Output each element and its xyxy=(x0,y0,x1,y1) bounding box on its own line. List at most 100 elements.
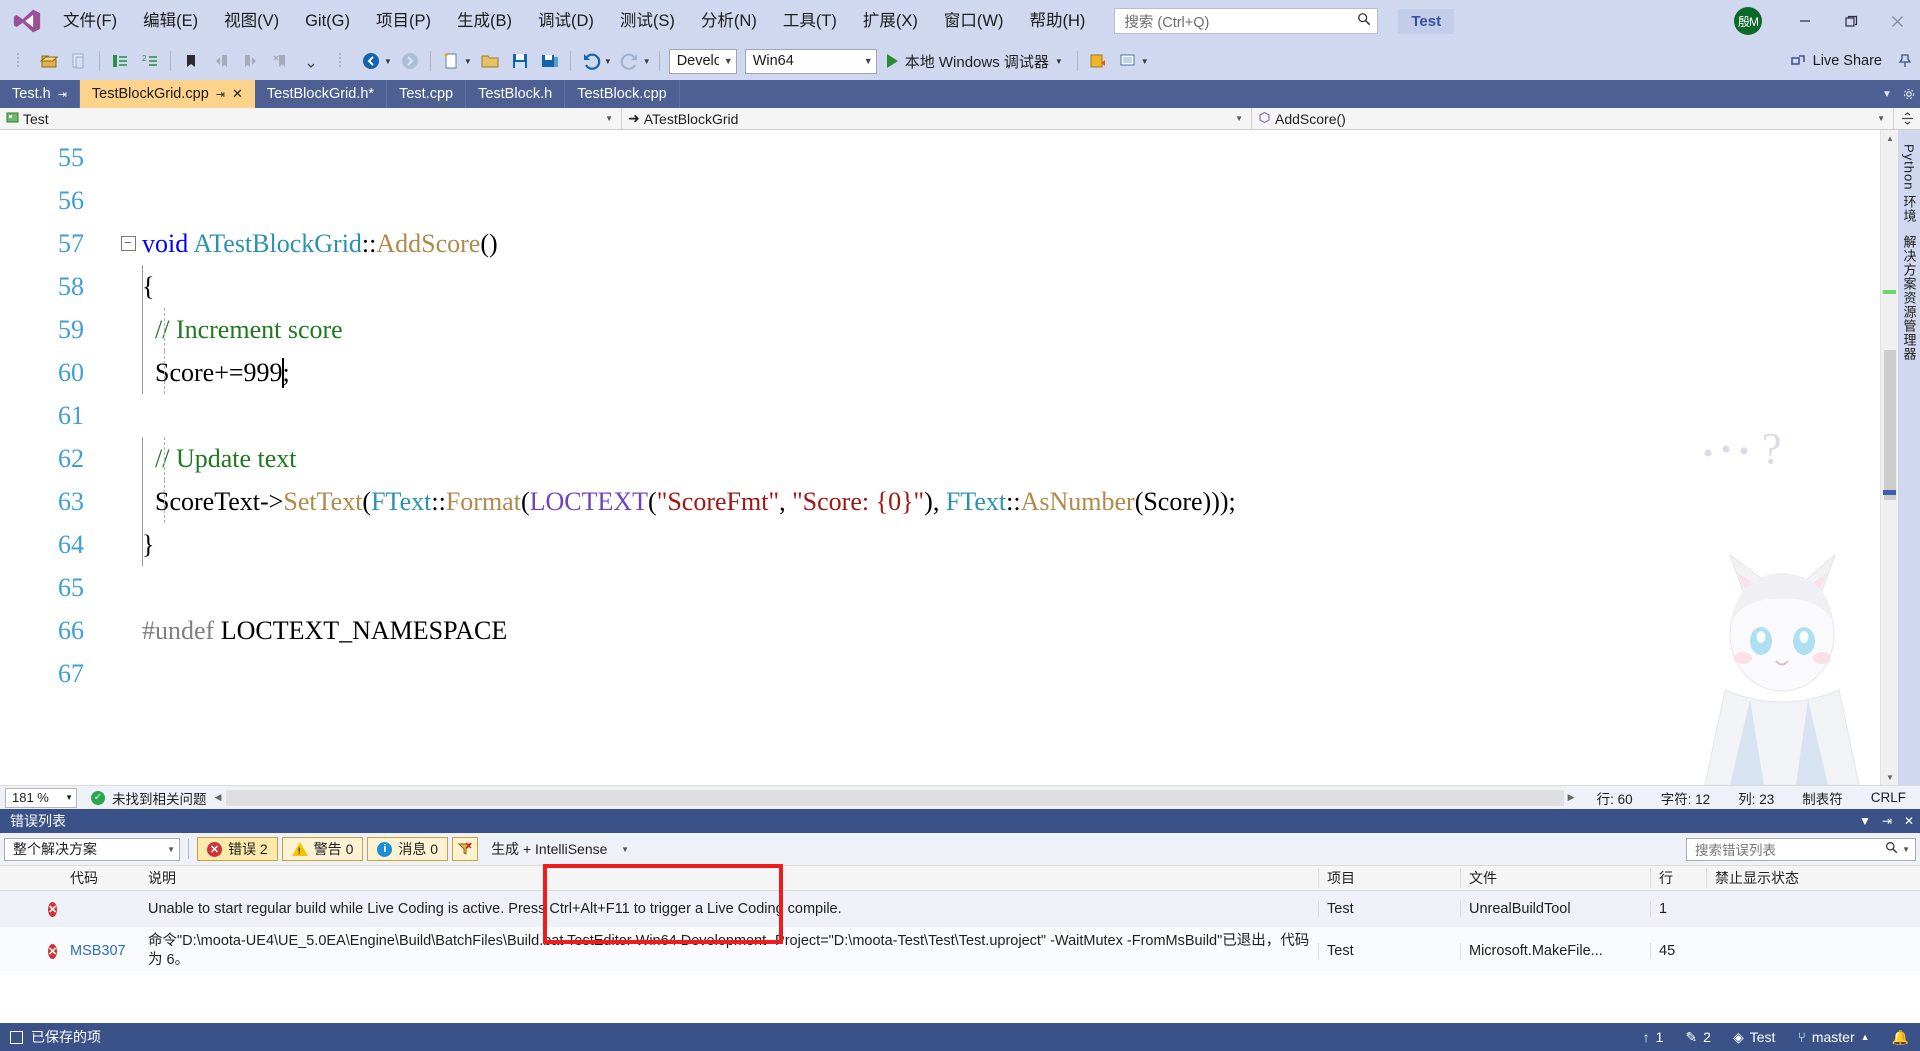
git-branch[interactable]: ⑂ master ▲ xyxy=(1786,1029,1880,1045)
live-share-button[interactable]: Live Share xyxy=(1790,53,1882,69)
scroll-up-arrow-icon[interactable]: ▲ xyxy=(1881,130,1899,146)
save-all-icon[interactable]: 2 xyxy=(136,48,164,74)
start-debug-dropdown-icon[interactable]: ▼ xyxy=(1055,57,1063,66)
redo-dropdown-icon[interactable]: ▼ xyxy=(643,57,651,66)
col-project-header[interactable]: 项目 xyxy=(1318,868,1460,888)
new-project-icon[interactable] xyxy=(35,48,63,74)
menu-test[interactable]: 测试(S) xyxy=(607,7,688,35)
nav-project-dropdown[interactable]: Test ▼ xyxy=(0,108,622,129)
code-line[interactable]: 56 xyxy=(0,179,1880,222)
clear-bookmarks-icon[interactable] xyxy=(267,48,295,74)
menu-extensions[interactable]: 扩展(X) xyxy=(850,7,931,35)
tab-testblock-cpp[interactable]: TestBlock.cpp xyxy=(565,80,680,108)
col-file-header[interactable]: 文件 xyxy=(1460,868,1650,888)
fold-margin[interactable]: − xyxy=(114,236,142,251)
hot-reload-icon[interactable] xyxy=(1084,48,1112,74)
pin-icon-active[interactable]: ⇥ xyxy=(216,88,225,101)
menu-build[interactable]: 生成(B) xyxy=(444,7,525,35)
git-pending-changes[interactable]: ✎ 2 xyxy=(1674,1029,1722,1046)
undo-dropdown-icon[interactable]: ▼ xyxy=(604,57,612,66)
restore-button[interactable] xyxy=(1828,4,1874,38)
menu-tools[interactable]: 工具(T) xyxy=(770,7,850,35)
zoom-level-combo[interactable]: 181 % ▼ xyxy=(5,787,77,808)
code-line[interactable]: 59 // Increment score xyxy=(0,308,1880,351)
col-line-header[interactable]: 行 xyxy=(1650,868,1706,888)
code-editor[interactable]: 55 56 57 − void ATestBlockGrid::AddScore() 58… xyxy=(0,130,1880,785)
error-list-dropdown-icon[interactable]: ▼ xyxy=(1854,814,1876,828)
menu-git[interactable]: Git(G) xyxy=(292,7,363,35)
error-list-pin-icon[interactable]: ⇥ xyxy=(1876,814,1898,828)
col-description-header[interactable]: 说明 xyxy=(140,868,1318,888)
search-options-dropdown-icon[interactable]: ▼ xyxy=(1898,845,1910,854)
code-line[interactable]: 63 ScoreText->SetText(FText::Format(LOCT… xyxy=(0,480,1880,523)
global-search-input[interactable]: 搜索 (Ctrl+Q) xyxy=(1114,8,1379,34)
tab-test-cpp[interactable]: Test.cpp xyxy=(387,80,467,108)
hscroll-trough[interactable] xyxy=(225,789,1564,806)
tab-list-dropdown-icon[interactable]: ▼ xyxy=(1876,80,1898,108)
navigate-backward-dropdown-icon[interactable]: ▼ xyxy=(384,57,392,66)
dock-tab-python-env[interactable]: Python 环境 xyxy=(1900,138,1919,229)
tab-testblockgrid-cpp[interactable]: TestBlockGrid.cpp ⇥ ✕ xyxy=(79,80,255,108)
editor-scrollbar-thumb[interactable] xyxy=(1884,350,1896,500)
code-line[interactable]: 60 Score+=999; xyxy=(0,351,1880,394)
code-line[interactable]: 65 xyxy=(0,566,1880,609)
navigate-forward-icon[interactable] xyxy=(396,48,424,74)
pin-toolbar-icon[interactable] xyxy=(1891,48,1919,74)
code-line[interactable]: 57 − void ATestBlockGrid::AddScore() xyxy=(0,222,1880,265)
code-line[interactable]: 58 { xyxy=(0,265,1880,308)
tab-test-h[interactable]: Test.h ⇥ xyxy=(0,80,80,108)
menu-file[interactable]: 文件(F) xyxy=(50,7,130,35)
error-list-close-icon[interactable]: ✕ xyxy=(1898,814,1920,828)
code-line[interactable]: 55 xyxy=(0,136,1880,179)
code-line[interactable]: 67 xyxy=(0,652,1880,695)
messages-filter-button[interactable]: i 消息 0 xyxy=(367,837,449,861)
code-line[interactable]: 61 xyxy=(0,394,1880,437)
line-ending-label[interactable]: CRLF xyxy=(1857,790,1920,805)
error-scope-combo[interactable]: 整个解决方案 ▼ xyxy=(4,837,180,861)
save-all-files-icon[interactable] xyxy=(536,48,564,74)
table-row[interactable]: ✕ Unable to start regular build while Li… xyxy=(0,891,1920,927)
menu-edit[interactable]: 编辑(E) xyxy=(130,7,211,35)
save-icon[interactable] xyxy=(106,48,134,74)
hscroll-right-arrow-icon[interactable]: ▶ xyxy=(1564,792,1579,803)
solution-platform-combo[interactable]: Win64 ▼ xyxy=(744,48,877,74)
code-line[interactable]: 66 #undef LOCTEXT_NAMESPACE xyxy=(0,609,1880,652)
pin-icon[interactable]: ⇥ xyxy=(58,88,67,101)
nav-class-dropdown[interactable]: ➜ ATestBlockGrid ▼ xyxy=(622,108,1252,129)
navigate-backward-icon[interactable] xyxy=(357,48,385,74)
menu-help[interactable]: 帮助(H) xyxy=(1016,7,1098,35)
toolbar-overflow-handle-icon[interactable] xyxy=(5,48,33,74)
col-suppression-header[interactable]: 禁止显示状态 xyxy=(1706,868,1874,888)
collapse-region-icon[interactable]: − xyxy=(120,236,136,251)
search-icon-errorlist[interactable] xyxy=(1885,841,1898,857)
undo-icon[interactable] xyxy=(577,48,605,74)
warnings-filter-button[interactable]: 警告 0 xyxy=(281,837,364,861)
tab-testblockgrid-h[interactable]: TestBlockGrid.h* xyxy=(255,80,388,108)
table-row[interactable]: ✕ MSB307 命令"D:\moota-UE4\UE_5.0EA\Engine… xyxy=(0,927,1920,975)
code-line[interactable]: 64} xyxy=(0,523,1880,566)
error-list-search-input[interactable]: 搜索错误列表 ▼ xyxy=(1686,837,1916,861)
nav-member-dropdown[interactable]: AddScore() ▼ xyxy=(1252,108,1894,129)
errors-filter-button[interactable]: ✕ 错误 2 xyxy=(197,837,278,861)
select-element-icon[interactable] xyxy=(1114,48,1142,74)
next-bookmark-icon[interactable] xyxy=(237,48,265,74)
menu-view[interactable]: 视图(V) xyxy=(211,7,292,35)
redo-icon[interactable] xyxy=(616,48,644,74)
previous-bookmark-icon[interactable] xyxy=(207,48,235,74)
build-intellisense-combo[interactable]: 生成 + IntelliSense ▼ xyxy=(482,837,635,861)
new-item-dropdown-icon[interactable]: ▼ xyxy=(464,57,472,66)
menu-project[interactable]: 项目(P) xyxy=(363,7,444,35)
start-debug-button[interactable]: 本地 Windows 调试器 ▼ xyxy=(881,51,1072,72)
col-code-header[interactable]: 代码 xyxy=(62,868,140,888)
git-repository[interactable]: ◈ Test xyxy=(1722,1029,1786,1046)
new-item-icon[interactable] xyxy=(437,48,465,74)
indentation-label[interactable]: 制表符 xyxy=(1788,788,1857,808)
menu-debug[interactable]: 调试(D) xyxy=(525,7,607,35)
menu-analyze[interactable]: 分析(N) xyxy=(688,7,770,35)
git-push-status[interactable]: ↑ 1 xyxy=(1632,1029,1675,1045)
menu-window[interactable]: 窗口(W) xyxy=(931,7,1017,35)
save-file-icon[interactable] xyxy=(506,48,534,74)
tab-testblock-h[interactable]: TestBlock.h xyxy=(466,80,566,108)
hscroll-left-arrow-icon[interactable]: ◀ xyxy=(211,792,226,803)
toolbar-overflow-icon[interactable]: ▼ xyxy=(1141,57,1149,66)
